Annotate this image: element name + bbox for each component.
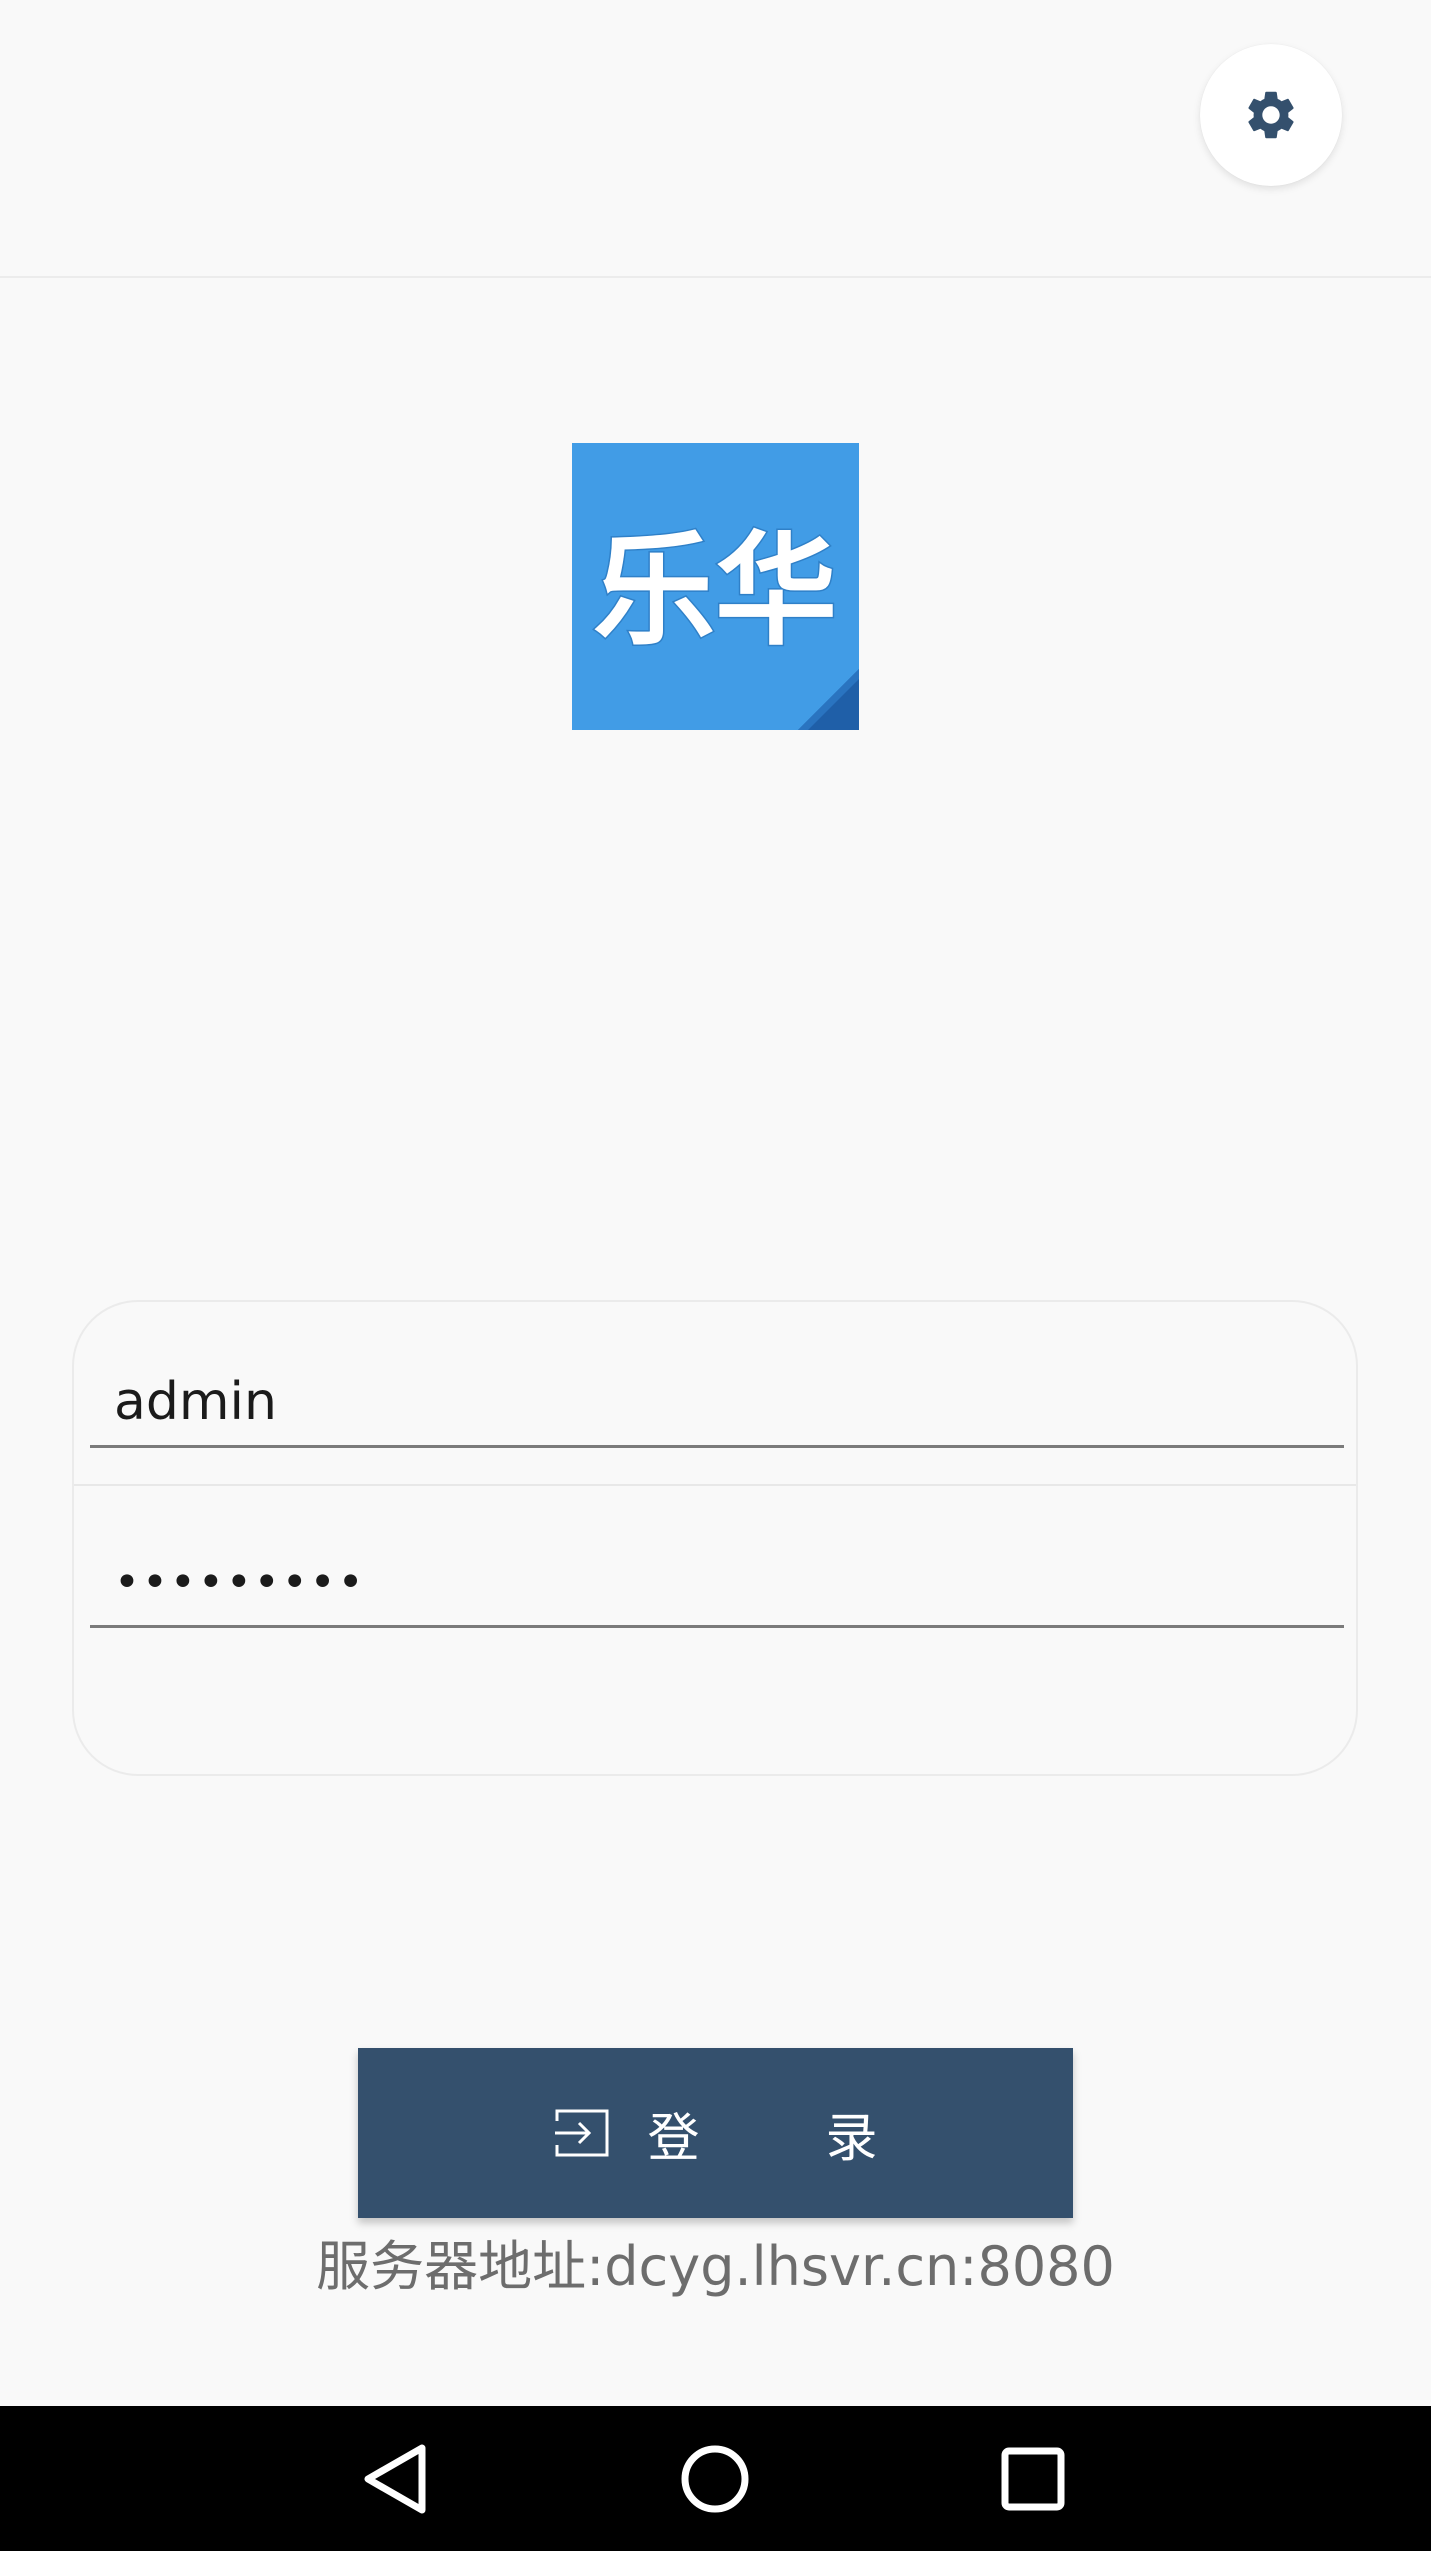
server-address: 服务器地址:dcyg.lhsvr.cn:8080 [316,2235,1115,2298]
login-icon [555,2109,609,2157]
form-divider [74,1484,1356,1486]
top-bar [0,0,1431,278]
password-field-container [90,1538,1344,1628]
nav-back-button[interactable] [352,2434,442,2524]
app-logo: 乐华 [572,443,859,730]
logo-text: 乐华 [593,520,837,662]
home-circle-icon [681,2445,749,2513]
login-button[interactable]: 登录 [358,2048,1073,2218]
nav-recent-apps-button[interactable] [988,2434,1078,2524]
settings-button[interactable] [1200,44,1342,186]
username-field-container [90,1358,1344,1448]
nav-home-button[interactable] [670,2434,760,2524]
back-triangle-icon [364,2444,426,2514]
username-input[interactable] [114,1367,1314,1437]
recent-apps-square-icon [1001,2447,1065,2511]
password-input[interactable] [114,1547,1314,1617]
gear-icon [1248,91,1294,139]
login-button-label: 登录 [647,2108,1004,2169]
system-navigation-bar [0,2406,1431,2551]
login-form [72,1300,1358,1776]
